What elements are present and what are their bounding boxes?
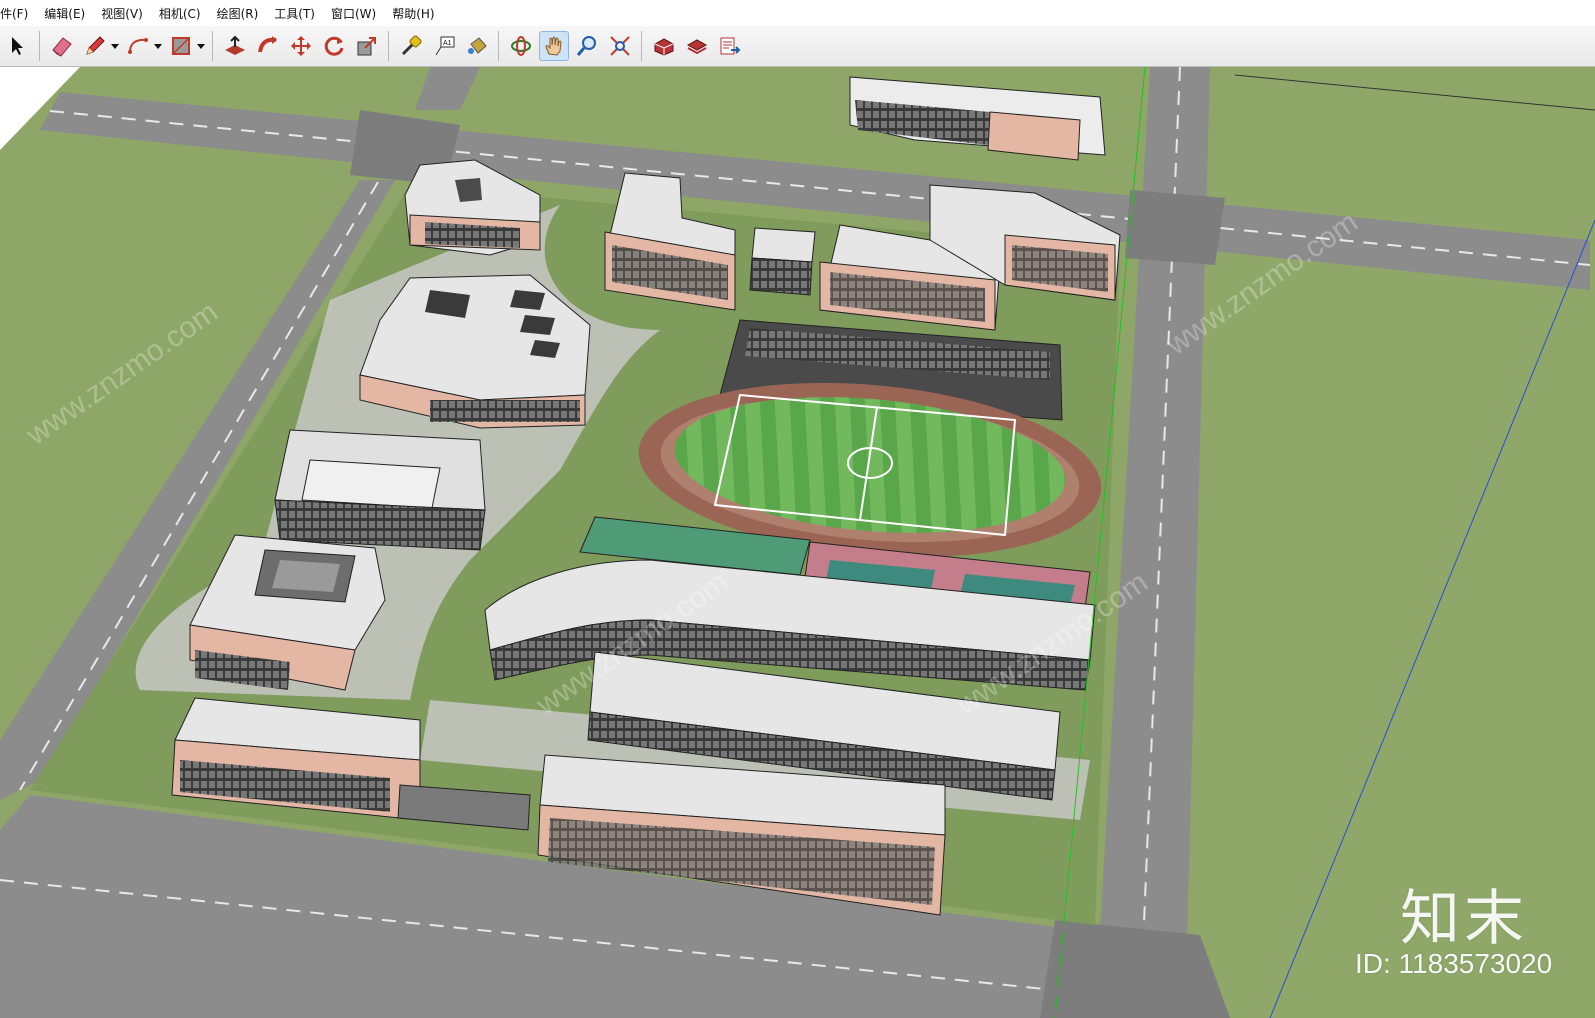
main-toolbar: A1 <box>0 26 1595 67</box>
intersection-ne <box>1125 190 1225 265</box>
orbit-icon[interactable] <box>506 31 536 61</box>
menu-edit[interactable]: 编辑(E) <box>44 5 85 22</box>
scale-icon[interactable] <box>352 31 382 61</box>
menu-help[interactable]: 帮助(H) <box>392 5 434 22</box>
campus-site-model <box>0 67 1595 1018</box>
extension-warehouse-icon[interactable] <box>682 31 712 61</box>
watermark-logo: 知末 <box>1400 884 1528 954</box>
follow-me-icon[interactable] <box>253 31 283 61</box>
send-to-layout-icon[interactable] <box>715 31 745 61</box>
pencil-line-icon[interactable] <box>80 31 110 61</box>
select-arrow-icon[interactable] <box>3 31 33 61</box>
zoom-extents-icon[interactable] <box>605 31 635 61</box>
building-small-roof <box>751 227 816 263</box>
pan-hand-icon[interactable] <box>539 31 569 61</box>
move-icon[interactable] <box>286 31 316 61</box>
toolbar-separator <box>39 31 40 61</box>
zoom-icon[interactable] <box>572 31 602 61</box>
shape-dropdown-icon[interactable] <box>196 31 206 61</box>
menu-bar: 件(F) 编辑(E) 视图(V) 相机(C) 绘图(R) 工具(T) 窗口(W)… <box>0 0 1595 26</box>
model-viewport[interactable]: www.znzmo.com www.znzmo.com www.znzmo.co… <box>0 67 1595 1018</box>
arc-dropdown-icon[interactable] <box>153 31 163 61</box>
menu-file[interactable]: 件(F) <box>0 5 28 22</box>
shape-rectangle-icon[interactable] <box>166 31 196 61</box>
text-label-glyph: A1 <box>443 40 452 47</box>
pencil-dropdown-icon[interactable] <box>110 31 120 61</box>
text-label-icon[interactable]: A1 <box>429 31 459 61</box>
menu-view[interactable]: 视图(V) <box>101 5 143 22</box>
toolbar-separator <box>498 31 499 61</box>
menu-camera[interactable]: 相机(C) <box>159 5 201 22</box>
toolbar-separator <box>212 31 213 61</box>
tape-measure-icon[interactable] <box>396 31 426 61</box>
arc-icon[interactable] <box>123 31 153 61</box>
warehouse-icon[interactable] <box>649 31 679 61</box>
eraser-icon[interactable] <box>47 31 77 61</box>
watermark-id: ID: 1183573020 <box>1355 948 1553 979</box>
menu-window[interactable]: 窗口(W) <box>331 5 376 22</box>
toolbar-separator <box>641 31 642 61</box>
rotate-icon[interactable] <box>319 31 349 61</box>
push-pull-icon[interactable] <box>220 31 250 61</box>
paint-bucket-icon[interactable] <box>462 31 492 61</box>
menu-draw[interactable]: 绘图(R) <box>217 5 259 22</box>
menu-tools[interactable]: 工具(T) <box>274 5 315 22</box>
toolbar-separator <box>388 31 389 61</box>
